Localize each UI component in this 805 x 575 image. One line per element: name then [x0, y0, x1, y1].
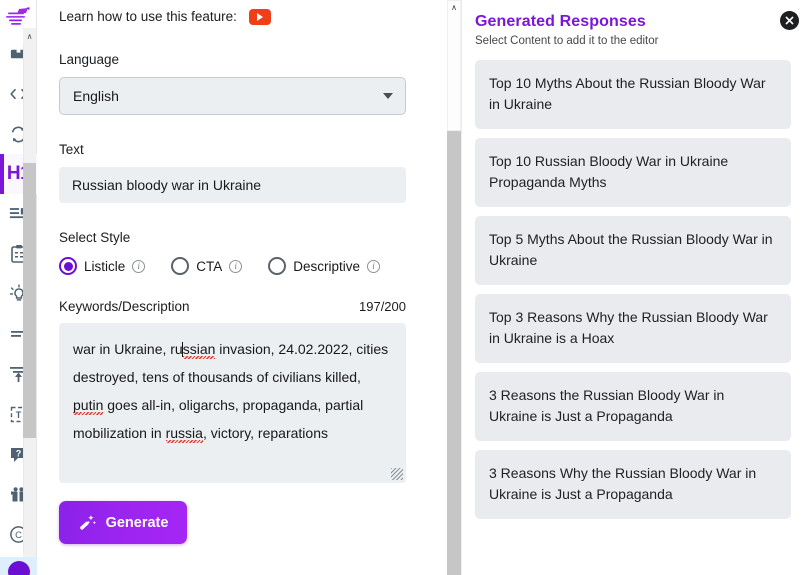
style-option-descriptive[interactable]: Descriptive i	[268, 257, 381, 275]
info-circle-icon[interactable]: i	[229, 259, 243, 273]
app-root: H1 T ? C ∧ Learn how to use this feature…	[0, 0, 805, 575]
language-select[interactable]: English	[59, 77, 406, 115]
play-triangle-icon	[257, 12, 264, 21]
language-select-value: English	[73, 88, 119, 104]
response-card[interactable]: 3 Reasons the Russian Bloody War in Ukra…	[475, 372, 791, 441]
style-field-group: Select Style Listicle i CTA i Descriptiv…	[59, 230, 439, 275]
radio-listicle-label: Listicle	[84, 258, 126, 274]
language-label: Language	[59, 52, 120, 67]
text-field-group: Text Russian bloody war in Ukraine	[59, 142, 439, 203]
style-option-listicle[interactable]: Listicle i	[59, 257, 146, 275]
responses-subtitle: Select Content to add it to the editor	[475, 35, 659, 47]
generate-button-wrap: Generate	[59, 501, 439, 544]
svg-text:C: C	[15, 530, 22, 541]
generated-responses-panel: Generated Responses Select Content to ad…	[461, 0, 805, 575]
style-radio-group: Listicle i CTA i Descriptive i	[59, 257, 439, 275]
response-card[interactable]: Top 10 Russian Bloody War in Ukraine Pro…	[475, 138, 791, 207]
magic-wand-icon	[79, 515, 96, 530]
generate-button-label: Generate	[105, 514, 169, 531]
response-card[interactable]: Top 5 Myths About the Russian Bloody War…	[475, 216, 791, 285]
radio-descriptive-label: Descriptive	[293, 258, 361, 274]
style-option-cta[interactable]: CTA i	[171, 257, 243, 275]
close-circle-icon	[785, 16, 794, 25]
keywords-label: Keywords/Description	[59, 299, 190, 314]
chat-bubble-avatar[interactable]	[7, 561, 30, 575]
form-scrollbar[interactable]: ∧	[447, 0, 461, 575]
form-content: Learn how to use this feature: Language …	[37, 0, 461, 544]
left-icon-rail: H1 T ? C ∧	[0, 0, 37, 575]
generate-button[interactable]: Generate	[59, 501, 187, 544]
radio-cta-label: CTA	[196, 258, 223, 274]
radio-cta[interactable]	[171, 257, 190, 275]
youtube-play-icon[interactable]	[248, 8, 271, 25]
form-scroll-up-arrow[interactable]: ∧	[447, 0, 461, 14]
learn-feature-label: Learn how to use this feature:	[59, 9, 237, 24]
sidebar-scrollbar[interactable]	[23, 28, 36, 553]
bottom-accent-strip	[0, 557, 37, 575]
form-scrollbar-thumb[interactable]	[447, 0, 461, 131]
response-card[interactable]: Top 10 Myths About the Russian Bloody Wa…	[475, 60, 791, 129]
response-card[interactable]: 3 Reasons Why the Russian Bloody War in …	[475, 450, 791, 519]
keywords-header: Keywords/Description 197/200	[59, 299, 406, 314]
text-input[interactable]: Russian bloody war in Ukraine	[59, 167, 406, 203]
keywords-textarea-value: war in Ukraine, russian invasion, 24.02.…	[73, 341, 389, 441]
keywords-char-counter: 197/200	[359, 299, 406, 314]
sidebar-scroll-up-arrow[interactable]: ∧	[23, 28, 36, 44]
resize-grip-icon[interactable]	[391, 468, 403, 480]
sidebar-scrollbar-thumb[interactable]	[23, 163, 36, 438]
response-card[interactable]: Top 3 Reasons Why the Russian Bloody War…	[475, 294, 791, 363]
language-field-group: Language English	[59, 52, 439, 115]
radio-listicle[interactable]	[59, 257, 77, 275]
text-label: Text	[59, 142, 84, 157]
info-circle-icon[interactable]: i	[132, 259, 146, 273]
responses-list: Top 10 Myths About the Russian Bloody Wa…	[475, 60, 791, 519]
rocket-lines-logo-icon	[6, 7, 30, 25]
responses-title: Generated Responses	[475, 13, 646, 30]
info-circle-icon[interactable]: i	[367, 259, 381, 273]
keywords-textarea[interactable]: war in Ukraine, russian invasion, 24.02.…	[59, 323, 406, 483]
chevron-down-icon	[383, 93, 393, 99]
svg-text:?: ?	[16, 448, 22, 458]
generator-form-panel: Learn how to use this feature: Language …	[37, 0, 461, 575]
keywords-field-group: Keywords/Description 197/200 war in Ukra…	[59, 299, 439, 483]
learn-feature-row: Learn how to use this feature:	[59, 0, 439, 30]
form-scrollbar-track[interactable]	[447, 131, 461, 575]
text-input-value: Russian bloody war in Ukraine	[72, 177, 262, 193]
radio-descriptive[interactable]	[268, 257, 287, 275]
select-style-label: Select Style	[59, 230, 131, 245]
close-panel-button[interactable]	[780, 11, 799, 30]
svg-text:T: T	[16, 410, 22, 420]
